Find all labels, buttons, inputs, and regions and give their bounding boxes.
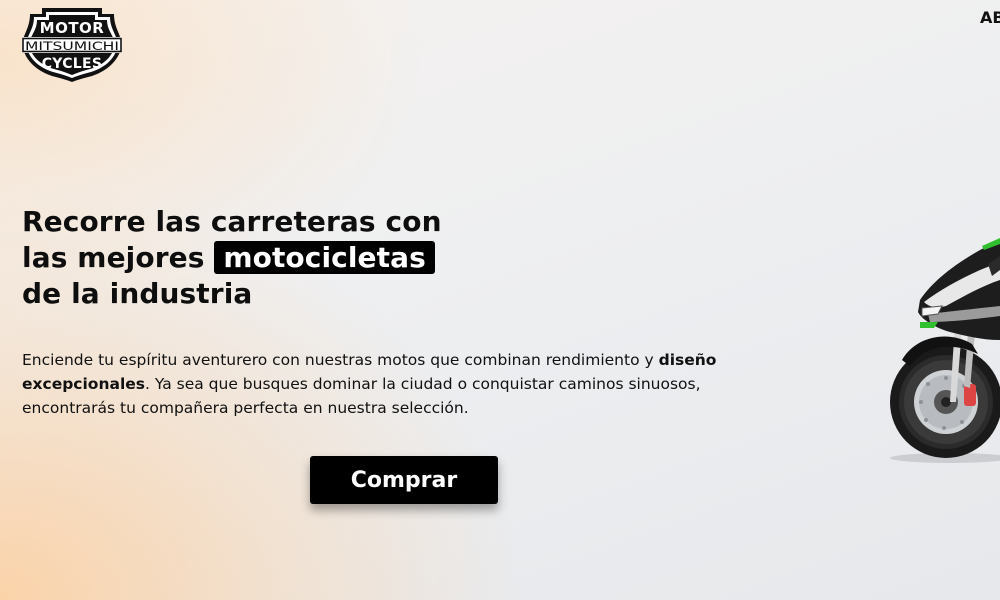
- hero-description-bold: diseño: [658, 351, 717, 369]
- hero-description-line-1: Enciende tu espíritu aventurero con nues…: [22, 348, 716, 372]
- logo-bottom-text: CYCLES: [42, 56, 103, 72]
- hero-description-line-3: encontrarás tu compañera perfecta en nue…: [22, 399, 469, 417]
- logo-top-text: MOTOR: [40, 19, 105, 37]
- hero-title: Recorre las carreteras con las mejores m…: [22, 204, 442, 312]
- motorcycle-image: [890, 238, 1000, 463]
- hero-title-highlight: motocicletas: [214, 241, 435, 274]
- buy-button[interactable]: Comprar: [310, 456, 498, 504]
- logo-middle-text: MITSUMICHI: [25, 39, 119, 53]
- motor-cycles-logo-icon[interactable]: MOTOR MITSUMICHI CYCLES: [22, 6, 122, 84]
- hero-title-line-1: Recorre las carreteras con: [22, 205, 442, 238]
- hero-description-text: . Ya sea que busques dominar la ciudad o…: [145, 375, 701, 393]
- nav-link-partial[interactable]: AB: [980, 8, 1000, 27]
- hero-description-line-2: excepcionales. Ya sea que busques domina…: [22, 372, 701, 396]
- hero-title-text: las mejores: [22, 241, 215, 274]
- hero-description: Enciende tu espíritu aventurero con nues…: [22, 348, 716, 420]
- hero-description-bold: excepcionales: [22, 375, 146, 393]
- hero-description-text: Enciende tu espíritu aventurero con nues…: [22, 351, 659, 369]
- hero-title-line-3: de la industria: [22, 277, 253, 310]
- hero-title-line-2: las mejores motocicletas: [22, 240, 442, 276]
